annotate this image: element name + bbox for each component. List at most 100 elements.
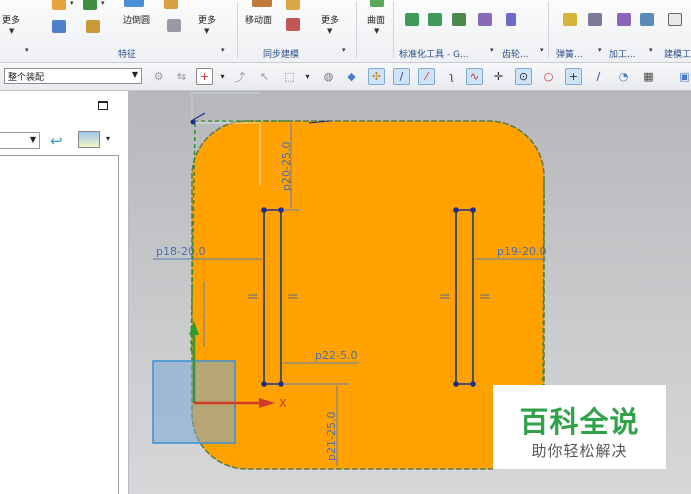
ribbon-separator	[237, 2, 238, 58]
sketch-point[interactable]	[261, 207, 267, 213]
ribbon-separator	[393, 2, 394, 58]
sketch-point[interactable]	[278, 207, 284, 213]
sketch-line[interactable]	[192, 112, 206, 121]
sketch-point[interactable]	[190, 119, 196, 125]
line-icon[interactable]: /	[393, 68, 410, 85]
surface-button[interactable]: 曲面	[367, 13, 385, 26]
ribbon-bar: 更多 ▼ ▾ ▾ ▾ 边倒圆 更多 ▼ 特征 ▾ 移动面 更多 ▼ 同步建模 ▾…	[0, 0, 691, 63]
sketch-point[interactable]	[453, 381, 459, 387]
surface-icon[interactable]	[370, 0, 384, 7]
edge-blend-icon[interactable]	[124, 0, 144, 7]
constraint-icon[interactable]: ⤴	[231, 68, 248, 85]
back-arrow-icon[interactable]: ↩	[50, 132, 63, 150]
watermark-subtitle: 助你轻松解决	[531, 442, 628, 460]
link-icon[interactable]: ⇆	[173, 68, 190, 85]
block-icon[interactable]	[52, 20, 66, 33]
rapid-dim-icon[interactable]: ↖	[256, 68, 273, 85]
machining-tool-icon[interactable]	[640, 13, 654, 26]
panel-divider	[0, 155, 118, 156]
feature-group-dropdown-icon[interactable]: ▾	[221, 46, 225, 54]
pull-face-icon[interactable]	[286, 0, 300, 10]
intersection-icon[interactable]: ✛	[490, 68, 507, 85]
ribbon-separator	[548, 2, 549, 58]
snap-endpoint-icon[interactable]: ✣	[368, 68, 385, 85]
spring-icon[interactable]	[563, 13, 577, 26]
std-tool-2-icon[interactable]	[428, 13, 442, 26]
move-face-icon[interactable]	[252, 0, 272, 7]
more-features-button[interactable]: 更多	[198, 13, 216, 26]
spring-group-label: 弹簧...	[556, 50, 583, 60]
dimension-top[interactable]: p20-25.0	[280, 142, 293, 191]
panel-divider	[118, 155, 119, 494]
watermark-title: 百科全说	[519, 405, 640, 439]
select-filter-icon[interactable]: ⚙	[150, 68, 167, 85]
chevron-down-icon[interactable]: ▼	[30, 135, 36, 144]
chevron-down-icon[interactable]: ▼	[132, 70, 138, 79]
move-face-button[interactable]: 移动面	[245, 13, 272, 26]
chamfer-icon[interactable]	[164, 0, 178, 9]
sketch-point[interactable]	[278, 381, 284, 387]
chevron-down-icon[interactable]: ▾	[299, 68, 316, 85]
draft-icon[interactable]	[167, 19, 181, 32]
midpoint-icon[interactable]: ⁄	[418, 68, 435, 85]
ribbon-separator	[356, 2, 357, 58]
maximize-icon[interactable]	[98, 101, 108, 110]
grid-icon[interactable]: ▦	[640, 68, 657, 85]
more-button[interactable]: 更多	[2, 13, 20, 26]
watermark-logo: 百科全说 助你轻松解决	[493, 385, 666, 469]
machining-group-label: 加工...	[609, 50, 636, 60]
selection-scope-select[interactable]: 整个装配 ▼	[4, 68, 142, 84]
feature-group-label: 特征	[118, 50, 137, 60]
sketch-point[interactable]	[470, 381, 476, 387]
arc-icon[interactable]: ʅ	[443, 68, 460, 85]
circle-center-icon[interactable]: ⊙	[515, 68, 532, 85]
dimension-middle[interactable]: p22-5.0	[315, 349, 357, 362]
more-dropdown-icon[interactable]: ▼	[9, 27, 14, 35]
machining-icon[interactable]	[617, 13, 631, 26]
equal-constraint[interactable]: =	[287, 289, 299, 305]
sketch-point[interactable]	[261, 381, 267, 387]
navigator-panel: ▼ ↩ ▾	[0, 91, 129, 494]
std-tool-3-icon[interactable]	[452, 13, 466, 26]
box-select-icon[interactable]: ⬚	[281, 68, 298, 85]
sketch-point[interactable]	[453, 207, 459, 213]
background-image-icon[interactable]	[78, 131, 100, 148]
spline-icon[interactable]: ∿	[466, 68, 483, 85]
edge-blend-button[interactable]: 边倒圆	[123, 13, 150, 26]
tangent-icon[interactable]: /	[590, 68, 607, 85]
dimension-right[interactable]: p19-20.0	[497, 245, 546, 258]
block-body[interactable]	[191, 120, 545, 470]
chevron-down-icon[interactable]: ▾	[106, 134, 110, 143]
render-style-icon[interactable]: ◆	[343, 68, 360, 85]
shell-icon[interactable]	[86, 20, 100, 33]
std-tools-group-label: 标准化工具 - G...	[399, 50, 469, 60]
chevron-down-icon[interactable]: ▾	[214, 68, 231, 85]
group-dropdown-icon[interactable]: ▾	[25, 46, 29, 54]
modeling-group-label: 建模工	[664, 50, 691, 60]
navigator-filter-select[interactable]: ▼	[0, 132, 40, 149]
hole-icon[interactable]	[83, 0, 97, 10]
dimension-left[interactable]: p18-20.0	[156, 245, 205, 258]
extrude-icon[interactable]	[52, 0, 66, 10]
equal-constraint[interactable]: =	[247, 289, 259, 305]
point-on-curve-icon[interactable]: +	[565, 68, 582, 85]
equal-constraint[interactable]: =	[479, 289, 491, 305]
view-icon[interactable]: ◔	[615, 68, 632, 85]
modeling-tool-icon[interactable]	[668, 13, 682, 26]
snap-point-icon[interactable]: +	[196, 68, 213, 85]
quadrant-icon[interactable]: ○	[540, 68, 557, 85]
gear-group-label: 齿轮...	[502, 50, 529, 60]
delete-face-icon[interactable]	[286, 18, 300, 31]
selection-scope-value: 整个装配	[8, 73, 45, 83]
camera-icon[interactable]: ▣	[676, 68, 691, 85]
equal-constraint[interactable]: =	[439, 289, 451, 305]
std-tool-4-icon[interactable]	[478, 13, 492, 26]
spring-tool-icon[interactable]	[588, 13, 602, 26]
more-sync-button[interactable]: 更多	[321, 13, 339, 26]
std-tool-5-icon[interactable]	[506, 13, 516, 26]
dimension-bottom[interactable]: p21-25.0	[325, 412, 338, 461]
sync-group-label: 同步建模	[263, 50, 300, 60]
sketch-point[interactable]	[470, 207, 476, 213]
std-tool-1-icon[interactable]	[405, 13, 419, 26]
shaded-view-icon[interactable]: ◍	[320, 68, 337, 85]
